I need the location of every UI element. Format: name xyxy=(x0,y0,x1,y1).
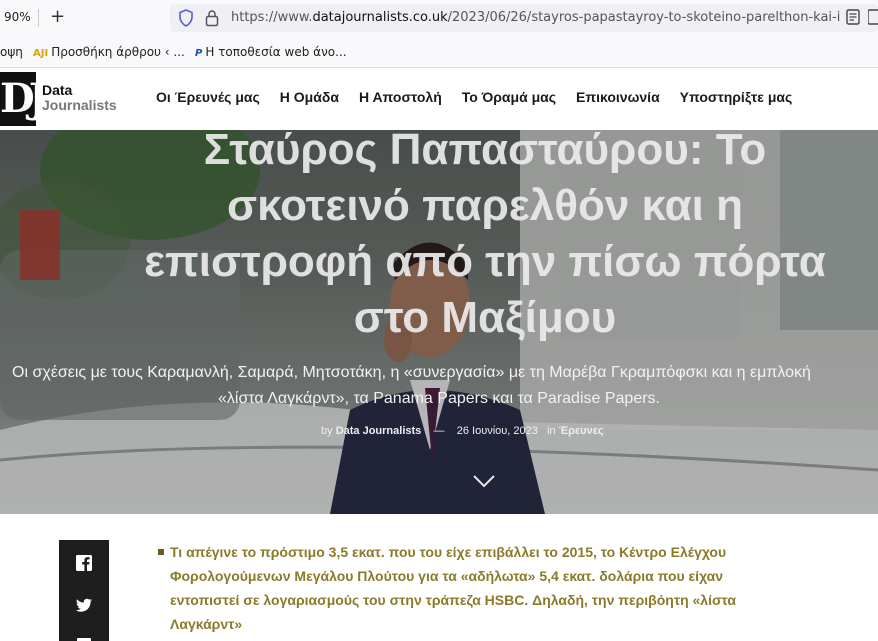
list-item: Τι απέγινε το πρόστιμο 3,5 εκατ. που του… xyxy=(156,540,796,636)
twitter-icon[interactable] xyxy=(73,594,95,616)
meta-date: 26 Ιουνίου, 2023 xyxy=(456,425,538,437)
tracking-shield-icon[interactable] xyxy=(178,9,194,27)
nav-item-investigations[interactable]: Οι Έρευνές μας xyxy=(156,89,260,105)
bookmark-label: Προσθήκη άρθρου ‹ ... xyxy=(51,45,185,59)
article-meta: by Data Journalists — 26 Ιουνίου, 2023 i… xyxy=(321,425,604,437)
article-subtitle-line: «λίστα Λαγκάρντ», τα Panama Papers και τ… xyxy=(218,390,660,407)
hero-banner: Σταύρος Παπασταύρου: Το σκοτεινό παρελθό… xyxy=(0,130,878,514)
new-tab-button[interactable]: + xyxy=(50,6,65,27)
meta-by: by xyxy=(321,425,333,437)
url-text[interactable]: https://www.datajournalists.co.uk/2023/0… xyxy=(231,10,841,25)
linkedin-icon[interactable] xyxy=(73,634,95,641)
meta-category-link[interactable]: Έρευνες xyxy=(559,425,604,437)
article-title-line: Σταύρος Παπασταύρου: Το xyxy=(203,130,767,174)
bookmark-label: Η τοποθεσία web άνο... xyxy=(205,45,347,59)
article-subtitle-line: Οι σχέσεις με τους Καραμανλή, Σαμαρά, Μη… xyxy=(12,364,811,381)
article-body: Τι απέγινε το πρόστιμο 3,5 εκατ. που του… xyxy=(156,540,796,636)
facebook-icon[interactable] xyxy=(73,552,95,574)
bookmark-favicon: AJI xyxy=(33,48,49,59)
nav-item-team[interactable]: Η Ομάδα xyxy=(280,89,339,105)
article-title-line: επιστροφή από την πίσω πόρτα xyxy=(144,237,826,286)
lock-icon[interactable] xyxy=(205,9,219,27)
nav-item-support[interactable]: Υποστηρίξτε μας xyxy=(680,89,793,105)
article-bullet-list: Τι απέγινε το πρόστιμο 3,5 εκατ. που του… xyxy=(156,540,796,636)
url-prefix: https://www. xyxy=(231,10,313,25)
site-logo-line2[interactable]: Journalists xyxy=(42,97,117,113)
reader-view-icon[interactable] xyxy=(846,9,860,25)
article-title: Σταύρος Παπασταύρου: Το σκοτεινό παρελθό… xyxy=(100,130,870,346)
article-title-line: στο Μαξίμου xyxy=(353,293,617,342)
bookmark-favicon: P xyxy=(195,48,203,59)
nav-item-contact[interactable]: Επικοινωνία xyxy=(576,89,660,105)
bookmark-item[interactable]: AJI Προσθήκη άρθρου ‹ ... xyxy=(33,45,185,59)
bookmarks-toolbar: οψη AJI Προσθήκη άρθρου ‹ ... PΗ τοποθεσί… xyxy=(0,36,878,68)
nav-item-mission[interactable]: Η Αποστολή xyxy=(359,89,442,105)
chevron-down-icon[interactable] xyxy=(472,474,496,488)
bookmark-item[interactable]: PΗ τοποθεσία web άνο... xyxy=(195,45,347,59)
zoom-level[interactable]: 90% xyxy=(4,10,31,24)
browser-toolbar: 90% + https://www.datajournalists.co.uk/… xyxy=(0,0,878,36)
site-logo-mark[interactable]: DJ xyxy=(0,72,36,126)
article-subtitle: Οι σχέσεις με τους Καραμανλή, Σαμαρά, Μη… xyxy=(0,360,878,412)
bookmark-star-icon[interactable] xyxy=(868,9,878,25)
site-logo-line1[interactable]: Data xyxy=(42,82,72,98)
article-title-line: σκοτεινό παρελθόν και η xyxy=(226,181,744,230)
nav-item-vision[interactable]: Το Όραμά μας xyxy=(462,89,556,105)
bookmark-item[interactable]: οψη xyxy=(0,45,23,59)
meta-author-link[interactable]: Data Journalists xyxy=(336,425,422,437)
meta-dash: — xyxy=(433,425,445,437)
meta-in: in xyxy=(547,425,556,437)
main-nav: Οι Έρευνές μας Η Ομάδα Η Αποστολή Το Όρα… xyxy=(156,89,792,105)
share-bar xyxy=(59,540,109,641)
toolbar-divider xyxy=(38,9,39,27)
site-header: DJ Data Journalists Οι Έρευνές μας Η Ομά… xyxy=(0,68,878,130)
url-path: /2023/06/26/stayros-papastayroy-to-skote… xyxy=(447,10,841,25)
url-host: datajournalists.co.uk xyxy=(312,10,448,25)
